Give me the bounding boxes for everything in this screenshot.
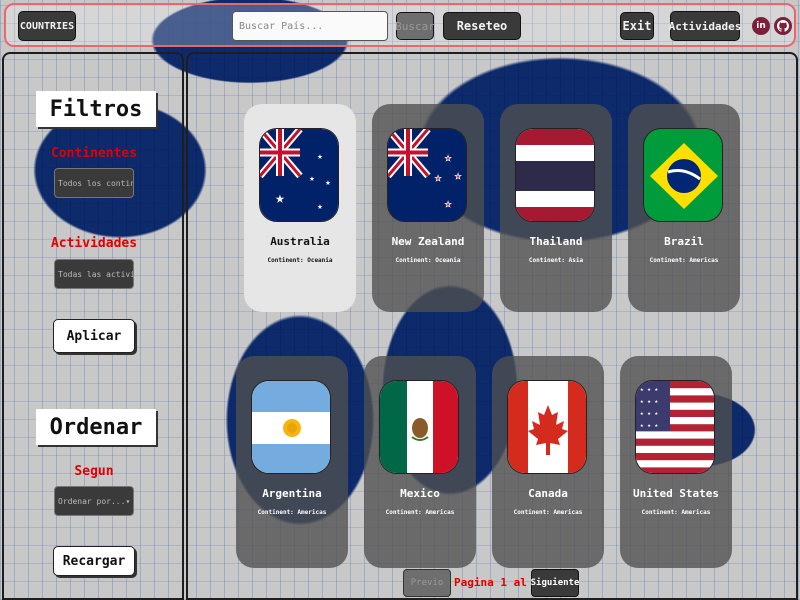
svg-text:★: ★ xyxy=(309,174,315,184)
activities-filter-label: Actividades xyxy=(50,236,138,251)
activities-select-value: Todas las activi xyxy=(58,269,134,279)
svg-text:★ ★ ★: ★ ★ ★ xyxy=(640,386,658,393)
previous-page-button[interactable]: Previo xyxy=(403,569,451,597)
svg-text:★: ★ xyxy=(317,152,323,162)
filters-sidebar: Filtros Continentes Todos los contin ▾ A… xyxy=(2,52,184,600)
sort-by-label: Segun xyxy=(74,464,114,479)
country-continent: Continent: Oceania xyxy=(395,257,461,264)
country-name: Brazil xyxy=(664,235,704,248)
country-name: Canada xyxy=(528,487,568,500)
country-name: Argentina xyxy=(262,487,322,500)
sort-select-value: Ordenar por... xyxy=(58,496,126,506)
svg-text:★: ★ xyxy=(275,188,285,207)
country-continent: Continent: Americas xyxy=(641,509,711,516)
country-name: Thailand xyxy=(529,235,583,248)
chevron-down-icon: ▾ xyxy=(125,496,131,506)
country-name: Mexico xyxy=(400,487,440,500)
svg-text:★: ★ xyxy=(317,202,323,212)
search-button[interactable]: Buscar xyxy=(395,12,435,40)
country-continent: Continent: Asia xyxy=(528,257,584,264)
country-continent: Continent: Americas xyxy=(513,509,583,516)
country-card[interactable]: Thailand Continent: Asia xyxy=(500,104,612,312)
svg-text:★: ★ xyxy=(435,171,442,184)
sort-select[interactable]: Ordenar por... ▾ xyxy=(54,486,134,516)
country-card[interactable]: Argentina Continent: Americas xyxy=(236,356,348,568)
search-input[interactable]: Buscar País... xyxy=(232,11,388,41)
canada-flag-icon xyxy=(507,380,587,474)
thailand-flag-icon xyxy=(515,128,595,222)
svg-text:★: ★ xyxy=(455,169,462,182)
continents-select[interactable]: Todos los contin ▾ xyxy=(54,168,134,198)
country-card[interactable]: ★ ★ ★ ★ ★ ★ ★ ★ ★ ★ ★ ★ United States Co… xyxy=(620,356,732,568)
country-name: Australia xyxy=(270,235,330,248)
mexico-flag-icon xyxy=(379,380,459,474)
svg-text:★: ★ xyxy=(445,197,452,210)
new-zealand-flag-icon: ★ ★ ★ ★ xyxy=(387,128,467,222)
country-card[interactable]: Brazil Continent: Americas xyxy=(628,104,740,312)
continents-label: Continentes xyxy=(50,146,138,161)
svg-text:★ ★ ★: ★ ★ ★ xyxy=(640,398,658,405)
country-continent: Continent: Americas xyxy=(257,509,327,516)
linkedin-icon[interactable]: in xyxy=(752,17,770,35)
country-card[interactable]: ★ ★ ★ ★ New Zealand Continent: Oceania xyxy=(372,104,484,312)
country-card[interactable]: ★ ★ ★ ★ ★ Australia Continent: Oceania xyxy=(244,104,356,312)
apply-button[interactable]: Aplicar xyxy=(53,319,135,353)
australia-flag-icon: ★ ★ ★ ★ ★ xyxy=(259,128,339,222)
exit-button[interactable]: Exit xyxy=(620,12,654,40)
country-card[interactable]: Canada Continent: Americas xyxy=(492,356,604,568)
country-continent: Continent: Oceania xyxy=(267,257,333,264)
activities-select[interactable]: Todas las activi ▾ xyxy=(54,259,134,289)
argentina-flag-icon xyxy=(251,380,331,474)
country-continent: Continent: Americas xyxy=(649,257,719,264)
next-page-button[interactable]: Siguiente xyxy=(531,569,579,597)
reload-button[interactable]: Recargar xyxy=(53,546,135,576)
united-states-flag-icon: ★ ★ ★ ★ ★ ★ ★ ★ ★ ★ ★ ★ xyxy=(635,380,715,474)
svg-text:★ ★ ★: ★ ★ ★ xyxy=(640,410,658,417)
country-name: New Zealand xyxy=(391,235,465,248)
continents-select-value: Todos los contin xyxy=(58,178,134,188)
sort-title: Ordenar xyxy=(36,409,156,445)
filters-title: Filtros xyxy=(36,91,156,127)
country-name: United States xyxy=(632,487,720,500)
country-continent: Continent: Americas xyxy=(385,509,455,516)
activities-button[interactable]: Actividades xyxy=(669,11,741,41)
country-card[interactable]: Mexico Continent: Americas xyxy=(364,356,476,568)
svg-text:★: ★ xyxy=(325,178,331,188)
svg-text:★: ★ xyxy=(445,151,452,164)
reset-button[interactable]: Reseteo xyxy=(443,12,521,40)
brazil-flag-icon xyxy=(643,128,723,222)
svg-text:★ ★ ★: ★ ★ ★ xyxy=(640,422,658,429)
github-icon[interactable] xyxy=(774,17,792,35)
top-navbar: COUNTRIES Buscar País... Buscar Reseteo … xyxy=(4,3,796,47)
home-button[interactable]: COUNTRIES xyxy=(18,11,76,41)
countries-grid: ★ ★ ★ ★ ★ Australia Continent: Oceania ★… xyxy=(186,52,798,600)
